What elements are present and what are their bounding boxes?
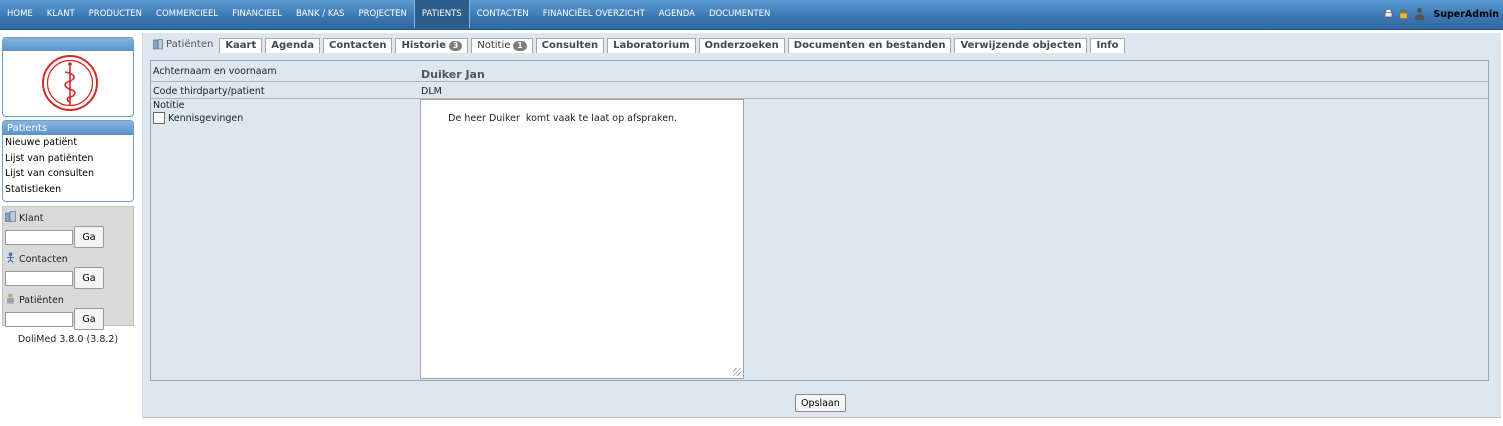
menu-item-lijst-van-consulten[interactable]: Lijst van consulten: [3, 166, 133, 182]
search-input-contacten[interactable]: [5, 270, 73, 286]
tab-laboratorium[interactable]: Laboratorium: [607, 38, 696, 53]
tab-agenda[interactable]: Agenda: [265, 38, 320, 53]
nav-home[interactable]: Home: [0, 0, 40, 28]
tab-info[interactable]: Info: [1090, 38, 1125, 53]
search-go-button-patienten[interactable]: Ga: [74, 308, 104, 330]
tab-label: Agenda: [271, 40, 314, 51]
tab-consulten[interactable]: Consulten: [535, 38, 605, 53]
tab-verwijzende-objecten[interactable]: Verwijzende objecten: [954, 38, 1088, 53]
search-label-text: Patiënten: [19, 294, 64, 306]
main-content: Patiënten Kaart Agenda Contacten Historie 3 N…: [142, 33, 1501, 418]
code-row: Code thirdparty/patient DLM: [151, 83, 1488, 99]
tab-onderzoeken[interactable]: Onderzoeken: [698, 38, 785, 53]
tab-kaart[interactable]: Kaart: [219, 38, 263, 53]
tab-label: Laboratorium: [613, 40, 690, 51]
tab-label: Documenten en bestanden: [793, 40, 946, 51]
tab-contacten[interactable]: Contacten: [323, 38, 393, 53]
building-icon: [5, 211, 16, 225]
note-label: Notitie: [153, 100, 185, 111]
name-label: Achternaam en voornaam: [153, 66, 277, 77]
patient-icon: [153, 38, 163, 49]
code-value: DLM: [421, 86, 442, 97]
menu-item-statistieken[interactable]: Statistieken: [3, 182, 133, 198]
lock-icon[interactable]: [1399, 9, 1408, 19]
note-text: De heer Duiker komt vaak te laat op afsp…: [448, 113, 678, 124]
logo-panel: [2, 37, 134, 117]
search-row-klant: Ga: [5, 226, 131, 248]
nav-financieel-overzicht[interactable]: Financiëel overzicht: [536, 0, 652, 28]
print-icon[interactable]: [1384, 9, 1393, 19]
menu-title[interactable]: Patients: [3, 121, 133, 135]
notifications-label: Kennisgevingen: [168, 112, 244, 124]
search-row-patienten: Ga: [5, 308, 131, 330]
search-go-button-contacten[interactable]: Ga: [74, 267, 104, 289]
tab-label: Contacten: [329, 40, 387, 51]
top-navigation-bar: Home Klant Producten Commercieel Financieel B…: [0, 0, 1503, 30]
tab-patients-label: Patiënten: [166, 38, 214, 50]
username[interactable]: SuperAdmin: [1433, 9, 1499, 20]
menu-item-nieuwe-patient[interactable]: Nieuwe patiënt: [3, 135, 133, 151]
user-icon: [1414, 8, 1425, 20]
nav-contacten[interactable]: Contacten: [470, 0, 536, 28]
tab-label: Verwijzende objecten: [960, 40, 1082, 51]
search-label-patienten: Patiënten: [5, 293, 131, 307]
note-row: Notitie Kennisgevingen De heer Duiker ko…: [151, 99, 1488, 380]
left-sidebar: Patients Nieuwe patiënt Lijst van patiënt…: [2, 37, 134, 345]
tab-notitie[interactable]: Notitie 1: [471, 38, 533, 53]
patients-menu: Patients Nieuwe patiënt Lijst van patiënt…: [2, 120, 134, 202]
nav-patients[interactable]: Patients: [413, 0, 470, 28]
name-row: Achternaam en voornaam Duiker Jan: [151, 61, 1488, 82]
search-label-text: Contacten: [19, 253, 68, 265]
save-button[interactable]: Opslaan: [795, 394, 846, 412]
search-input-patienten[interactable]: [5, 311, 73, 327]
nav-producten[interactable]: Producten: [82, 0, 149, 28]
search-label-text: Klant: [19, 212, 44, 224]
menu-item-lijst-van-patienten[interactable]: Lijst van patiënten: [3, 151, 133, 167]
search-row-contacten: Ga: [5, 267, 131, 289]
person-icon: [5, 252, 16, 266]
patient-icon: [5, 293, 16, 307]
nav-projecten[interactable]: Projecten: [351, 0, 413, 28]
version-label: DoliMed 3.8.0 (3.8.2): [17, 334, 119, 345]
caduceus-logo[interactable]: [41, 54, 99, 112]
nav-agenda[interactable]: Agenda: [652, 0, 702, 28]
search-go-button-klant[interactable]: Ga: [74, 226, 104, 248]
tab-patients-title: Patiënten: [151, 37, 219, 53]
nav-commercieel[interactable]: Commercieel: [149, 0, 225, 28]
tab-label: Notitie: [477, 40, 511, 51]
search-input-klant[interactable]: [5, 229, 73, 245]
tab-documenten-en-bestanden[interactable]: Documenten en bestanden: [787, 38, 952, 53]
count-badge: 1: [513, 41, 527, 51]
user-area: SuperAdmin: [1384, 0, 1499, 28]
quick-search-panel: Klant Ga Contacten Ga Patiënten Ga: [2, 206, 134, 330]
tab-label: Consulten: [541, 40, 599, 51]
tab-label: Historie: [401, 40, 447, 51]
note-form: Achternaam en voornaam Duiker Jan Code t…: [150, 60, 1489, 381]
note-textarea[interactable]: De heer Duiker komt vaak te laat op afsp…: [420, 99, 744, 379]
tab-bar: Patiënten Kaart Agenda Contacten Historie 3 N…: [151, 37, 1128, 53]
tab-historie[interactable]: Historie 3: [395, 38, 469, 53]
count-badge: 3: [449, 41, 463, 51]
code-label: Code thirdparty/patient: [153, 86, 265, 97]
tab-label: Info: [1096, 40, 1119, 51]
search-label-contacten: Contacten: [5, 252, 131, 266]
search-label-klant: Klant: [5, 211, 131, 225]
nav-documenten[interactable]: Documenten: [702, 0, 777, 28]
tab-label: Kaart: [225, 40, 257, 51]
nav-bank-kas[interactable]: Bank / Kas: [289, 0, 351, 28]
notifications-checkbox[interactable]: [153, 112, 165, 124]
nav-financieel[interactable]: Financieel: [225, 0, 289, 28]
main-menu: Home Klant Producten Commercieel Financieel B…: [0, 0, 1503, 28]
notifications-checkbox-label[interactable]: Kennisgevingen: [153, 112, 243, 124]
name-value: Duiker Jan: [421, 68, 485, 81]
resize-handle-icon[interactable]: [733, 368, 741, 376]
tab-label: Onderzoeken: [704, 40, 779, 51]
nav-klant[interactable]: Klant: [40, 0, 82, 28]
